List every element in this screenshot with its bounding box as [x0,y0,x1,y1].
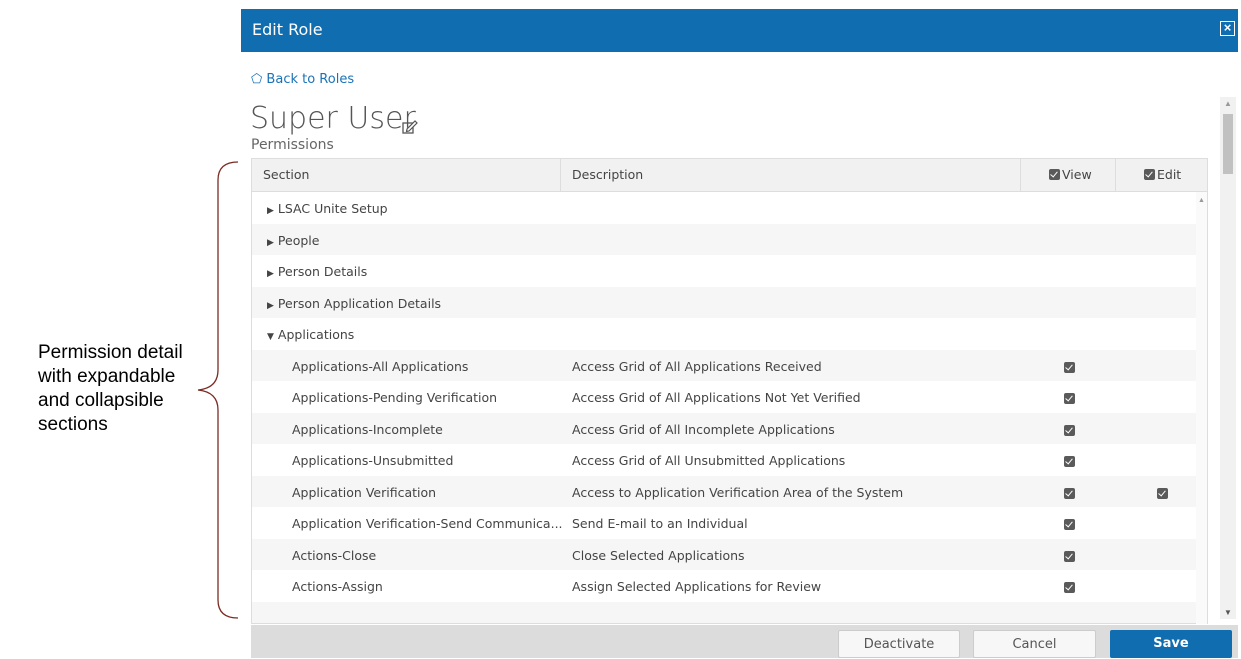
row-section-label: Applications [277,327,355,342]
row-description-cell: Send E-mail to an Individual [572,516,748,531]
row-section-label: Applications-Incomplete [292,421,443,437]
brace-bracket-icon [197,161,239,619]
column-header-description[interactable]: Description [561,159,1021,191]
permission-row-partial [252,601,1197,623]
expand-triangle-icon[interactable]: ▶ [267,206,274,216]
deactivate-button[interactable]: Deactivate [838,630,960,658]
row-section-cell: Application Verification-Send Communica.… [292,516,563,531]
row-section-label: LSAC Unite Setup [277,201,388,216]
view-checkbox[interactable] [1064,486,1077,501]
permission-row: Applications-All Applications Access Grid… [252,349,1197,381]
row-section-cell: Actions-Close [292,548,376,563]
view-checkbox[interactable] [1064,580,1077,595]
row-description-cell: Access Grid of All Applications Received [572,358,822,374]
row-section-cell: ▼ Applications [267,327,354,342]
scroll-up-icon[interactable]: ▲ [1198,197,1205,204]
expand-triangle-icon[interactable]: ▶ [267,269,274,279]
expand-triangle-icon[interactable]: ▶ [267,301,274,311]
dialog-title: Edit Role [252,20,323,39]
row-section-label: Application Verification-Send Communica.… [292,516,563,531]
dialog-footer: Deactivate Cancel Save [251,625,1238,658]
edit-header-label: Edit [1157,167,1182,182]
close-icon[interactable]: × [1220,21,1235,36]
row-section-cell: ▶ LSAC Unite Setup [267,201,388,216]
row-section-cell: Actions-Assign [292,579,383,594]
scroll-up-arrow-icon[interactable]: ▲ [1224,99,1232,108]
row-description-cell: Access to Application Verification Area … [572,484,904,500]
scrollbar-thumb[interactable] [1223,114,1233,174]
permission-row: Actions-Close Close Selected Applications [252,538,1197,570]
row-section-label: Applications-Unsubmitted [292,453,454,468]
section-group-row[interactable]: ▶ People [252,223,1197,255]
permission-row: Applications-Pending Verification Access … [252,381,1197,413]
dialog-scrollbar[interactable]: ▲ ▼ [1220,97,1236,619]
row-section-label: People [277,232,320,248]
row-description-cell: Assign Selected Applications for Review [572,579,822,594]
row-section-cell: ▶ Person Details [267,264,367,279]
column-header-section[interactable]: Section [252,159,561,191]
column-header-view[interactable]: View [1021,159,1116,191]
dialog-titlebar: Edit Role × [241,9,1238,52]
permissions-grid: Section Description View Edit ▶ LSAC Unit… [251,158,1208,624]
section-group-row[interactable]: ▶ Person Application Details [252,286,1197,318]
cancel-button[interactable]: Cancel [973,630,1096,658]
role-name-title: Super User [250,101,416,136]
grid-rows: ▶ LSAC Unite Setup ▶ People ▶ Person Details ▶… [252,192,1197,623]
row-section-cell: Applications-Pending Verification [292,390,497,405]
edit-pencil-icon[interactable] [402,120,418,134]
grid-scrollbar[interactable]: ▲ [1196,192,1207,624]
view-checkbox[interactable] [1064,423,1077,438]
edit-checkbox[interactable] [1157,486,1170,501]
annotation-caption: Permission detail with expandable and co… [38,342,183,435]
edit-role-dialog: Edit Role × ⬠ Back to Roles Super User P… [241,9,1238,658]
row-section-cell: Applications-All Applications [292,359,468,374]
section-group-row[interactable]: ▶ Person Details [252,255,1197,287]
expand-triangle-icon[interactable]: ▶ [267,238,274,248]
permission-row: Application Verification Access to Applic… [252,475,1197,507]
back-to-roles-link[interactable]: ⬠ Back to Roles [251,72,354,87]
row-section-cell: Applications-Unsubmitted [292,453,453,468]
row-section-cell: Applications-Incomplete [292,422,443,437]
save-button[interactable]: Save [1110,630,1232,658]
row-section-label: Applications-Pending Verification [292,390,498,405]
view-checkbox[interactable] [1064,454,1077,469]
row-description-cell: Access Grid of All Incomplete Applicatio… [572,421,835,437]
row-section-cell: ▶ Person Application Details [267,296,441,311]
row-section-label: Actions-Assign [292,579,383,594]
column-header-edit[interactable]: Edit [1116,159,1207,191]
view-checkbox[interactable] [1064,391,1077,406]
row-description-cell: Access Grid of All Applications Not Yet … [572,390,861,405]
row-section-label: Person Application Details [277,295,442,311]
permissions-label: Permissions [251,137,334,153]
row-section-label: Person Details [277,264,368,279]
permission-row: Application Verification-Send Communica.… [252,507,1197,539]
row-section-label: Applications-All Applications [292,358,469,374]
view-checkbox[interactable] [1064,360,1077,375]
edit-all-checkbox[interactable] [1144,169,1155,180]
row-section-label: Actions-Close [292,547,377,563]
row-section-cell: ▶ People [267,233,319,248]
view-all-checkbox[interactable] [1049,169,1060,180]
grid-header: Section Description View Edit [252,159,1207,192]
scroll-down-arrow-icon[interactable]: ▼ [1224,608,1232,617]
row-section-label: Application Verification [292,484,437,500]
permission-row: Applications-Incomplete Access Grid of Al… [252,412,1197,444]
permission-row: Actions-Assign Assign Selected Applicatio… [252,570,1197,602]
view-header-label: View [1062,167,1092,182]
view-checkbox[interactable] [1064,549,1077,564]
row-section-cell: Application Verification [292,485,436,500]
row-description-cell: Access Grid of All Unsubmitted Applicati… [572,453,846,468]
section-group-row[interactable]: ▼ Applications [252,318,1197,350]
permission-row: Applications-Unsubmitted Access Grid of A… [252,444,1197,476]
collapse-triangle-icon[interactable]: ▼ [267,332,274,342]
row-description-cell: Close Selected Applications [572,547,745,563]
section-group-row[interactable]: ▶ LSAC Unite Setup [252,192,1197,224]
view-checkbox[interactable] [1064,517,1077,532]
